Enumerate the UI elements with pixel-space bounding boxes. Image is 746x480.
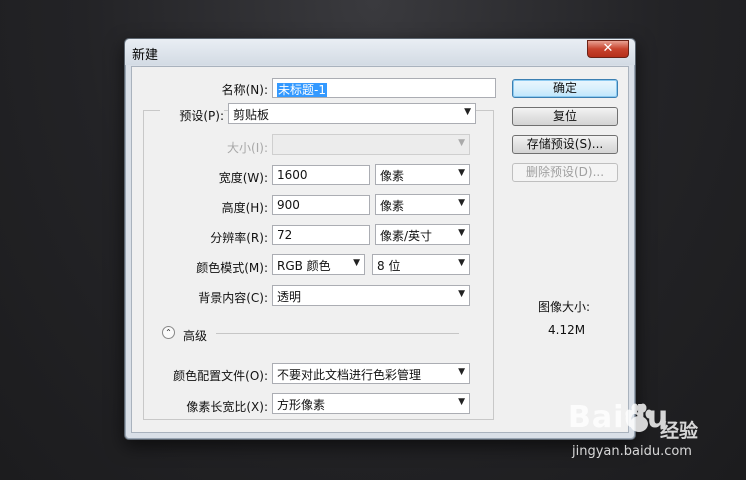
height-unit-value: 像素 xyxy=(380,199,405,213)
resolution-unit-value: 像素/英寸 xyxy=(380,229,433,243)
close-button[interactable]: ✕ xyxy=(587,40,629,58)
height-label: 高度(H): xyxy=(221,201,268,215)
dialog-title: 新建 xyxy=(132,48,159,63)
chevron-down-icon: ▼ xyxy=(458,228,465,238)
watermark-url: jingyan.baidu.com xyxy=(572,444,692,459)
chevron-down-icon: ▼ xyxy=(458,138,465,148)
bit-depth-value: 8 位 xyxy=(377,259,401,273)
pixel-aspect-select[interactable]: 方形像素 ▼ xyxy=(272,393,470,414)
pixel-aspect-value: 方形像素 xyxy=(277,398,326,412)
dialog-titlebar: 新建 ✕ xyxy=(125,39,635,65)
width-label: 宽度(W): xyxy=(218,171,268,185)
color-profile-select[interactable]: 不要对此文档进行色彩管理 ▼ xyxy=(272,363,470,384)
ok-button[interactable]: 确定 xyxy=(512,79,618,98)
baidu-jingyan-watermark: Baidu 经验 jingyan.baidu.com xyxy=(568,400,698,459)
width-input[interactable]: 1600 xyxy=(272,165,370,185)
resolution-unit-select[interactable]: 像素/英寸 ▼ xyxy=(375,224,470,245)
size-label: 大小(I): xyxy=(227,141,268,155)
resolution-label: 分辨率(R): xyxy=(210,231,268,245)
background-value: 透明 xyxy=(277,290,302,304)
close-icon: ✕ xyxy=(602,41,614,56)
paw-logo-icon xyxy=(625,403,653,432)
watermark-service: 经验 xyxy=(660,420,699,442)
background-select[interactable]: 透明 ▼ xyxy=(272,285,470,306)
background-label: 背景内容(C): xyxy=(198,291,268,305)
image-size-label: 图像大小: xyxy=(538,300,591,314)
chevron-down-icon: ▼ xyxy=(458,397,465,407)
bit-depth-select[interactable]: 8 位 ▼ xyxy=(372,254,470,275)
preset-label: 预设(P): xyxy=(160,107,224,124)
save-preset-button[interactable]: 存储预设(S)... xyxy=(512,135,618,154)
chevron-up-circle-icon[interactable]: ⌃ xyxy=(162,326,175,339)
name-input[interactable]: 未标题-1 xyxy=(272,78,496,98)
width-unit-value: 像素 xyxy=(380,169,405,183)
advanced-toggle-label[interactable]: 高级 xyxy=(183,327,207,344)
preset-select[interactable]: 剪贴板 ▼ xyxy=(228,103,476,124)
delete-preset-button: 删除预设(D)... xyxy=(512,163,618,182)
width-unit-select[interactable]: 像素 ▼ xyxy=(375,164,470,185)
advanced-divider xyxy=(216,333,459,334)
preset-value: 剪贴板 xyxy=(233,108,270,122)
reset-button[interactable]: 复位 xyxy=(512,107,618,126)
chevron-down-icon: ▼ xyxy=(458,367,465,377)
color-profile-label: 颜色配置文件(O): xyxy=(173,369,268,383)
pixel-aspect-label: 像素长宽比(X): xyxy=(186,400,268,414)
chevron-down-icon: ▼ xyxy=(353,258,360,268)
color-mode-select[interactable]: RGB 颜色 ▼ xyxy=(272,254,365,275)
color-profile-value: 不要对此文档进行色彩管理 xyxy=(277,368,422,382)
name-label: 名称(N): xyxy=(221,83,268,97)
chevron-down-icon: ▼ xyxy=(458,289,465,299)
chevron-down-icon: ▼ xyxy=(464,107,471,117)
color-mode-value: RGB 颜色 xyxy=(277,259,331,273)
size-select: ▼ xyxy=(272,134,470,155)
chevron-down-icon: ▼ xyxy=(458,258,465,268)
height-unit-select[interactable]: 像素 ▼ xyxy=(375,194,470,215)
height-input[interactable]: 900 xyxy=(272,195,370,215)
image-size-value: 4.12M xyxy=(548,323,586,337)
name-input-value: 未标题-1 xyxy=(277,83,327,97)
color-mode-label: 颜色模式(M): xyxy=(196,261,268,275)
resolution-input[interactable]: 72 xyxy=(272,225,370,245)
chevron-down-icon: ▼ xyxy=(458,168,465,178)
chevron-down-icon: ▼ xyxy=(458,198,465,208)
